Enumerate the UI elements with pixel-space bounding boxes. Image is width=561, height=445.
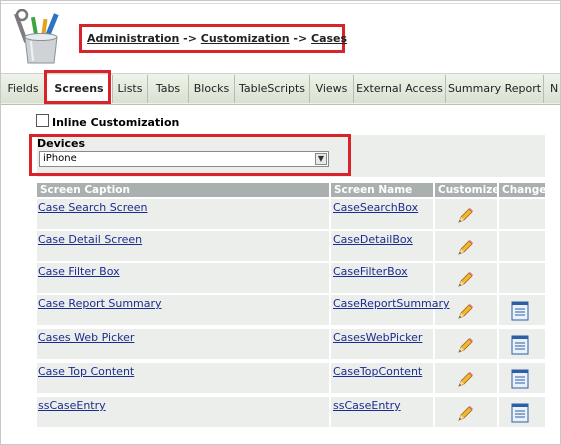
breadcrumb-separator: -> bbox=[183, 32, 197, 45]
table-cell-change bbox=[499, 231, 545, 261]
pencil-edit-icon[interactable] bbox=[455, 302, 475, 322]
tab-external-access[interactable]: External Access bbox=[354, 75, 446, 103]
screen-name-link[interactable]: CasesWebPicker bbox=[333, 331, 422, 344]
screens-tab-highlight bbox=[44, 70, 111, 104]
screen-name-link[interactable]: ssCaseEntry bbox=[333, 399, 401, 412]
tab-fields[interactable]: Fields bbox=[1, 75, 46, 103]
tab-blocks[interactable]: Blocks bbox=[189, 75, 235, 103]
header-screen-caption[interactable]: Screen Caption bbox=[37, 183, 329, 197]
pencil-edit-icon[interactable] bbox=[455, 404, 475, 424]
tab-tablescripts[interactable]: TableScripts bbox=[235, 75, 310, 103]
breadcrumb-customization[interactable]: Customization bbox=[201, 32, 290, 45]
screen-caption-link[interactable]: Case Report Summary bbox=[38, 297, 162, 310]
document-change-icon[interactable] bbox=[511, 369, 529, 389]
pencil-edit-icon[interactable] bbox=[455, 370, 475, 390]
header-screen-name[interactable]: Screen Name bbox=[331, 183, 433, 197]
document-change-icon[interactable] bbox=[511, 301, 529, 321]
tab-more[interactable]: N bbox=[544, 75, 560, 103]
pencil-edit-icon[interactable] bbox=[455, 336, 475, 356]
tools-cup-logo-icon bbox=[13, 9, 59, 64]
tab-lists[interactable]: Lists bbox=[113, 75, 148, 103]
screen-caption-link[interactable]: ssCaseEntry bbox=[38, 399, 106, 412]
pencil-edit-icon[interactable] bbox=[455, 270, 475, 290]
inline-customization-label: Inline Customization bbox=[52, 116, 180, 129]
screen-name-link[interactable]: CaseReportSummary bbox=[333, 297, 450, 310]
inline-customization-checkbox[interactable] bbox=[36, 114, 49, 127]
customization-window: Administration -> Customization -> Cases… bbox=[0, 0, 561, 445]
breadcrumb-separator: -> bbox=[293, 32, 308, 45]
document-change-icon[interactable] bbox=[511, 403, 529, 423]
document-change-icon[interactable] bbox=[511, 335, 529, 355]
top-rule bbox=[1, 3, 560, 4]
tab-tabs[interactable]: Tabs bbox=[148, 75, 189, 103]
pencil-edit-icon[interactable] bbox=[455, 238, 475, 258]
screen-caption-link[interactable]: Case Filter Box bbox=[38, 265, 120, 278]
tab-summary-report[interactable]: Summary Report bbox=[446, 75, 544, 103]
devices-highlight bbox=[29, 134, 351, 176]
breadcrumb-cases[interactable]: Cases bbox=[311, 32, 347, 45]
table-cell-change bbox=[499, 263, 545, 293]
tab-views[interactable]: Views bbox=[310, 75, 354, 103]
screen-name-link[interactable]: CaseSearchBox bbox=[333, 201, 418, 214]
screen-caption-link[interactable]: Cases Web Picker bbox=[38, 331, 134, 344]
pencil-edit-icon[interactable] bbox=[455, 206, 475, 226]
screen-name-link[interactable]: CaseFilterBox bbox=[333, 265, 408, 278]
screen-caption-link[interactable]: Case Search Screen bbox=[38, 201, 148, 214]
screen-caption-link[interactable]: Case Detail Screen bbox=[38, 233, 142, 246]
screen-name-link[interactable]: CaseTopContent bbox=[333, 365, 422, 378]
table-cell-change bbox=[499, 199, 545, 229]
header-change[interactable]: Change bbox=[499, 183, 545, 197]
header-customize[interactable]: Customize bbox=[435, 183, 497, 197]
breadcrumb: Administration -> Customization -> Cases bbox=[87, 32, 347, 45]
breadcrumb-administration[interactable]: Administration bbox=[87, 32, 179, 45]
screen-caption-link[interactable]: Case Top Content bbox=[38, 365, 134, 378]
screen-name-link[interactable]: CaseDetailBox bbox=[333, 233, 413, 246]
